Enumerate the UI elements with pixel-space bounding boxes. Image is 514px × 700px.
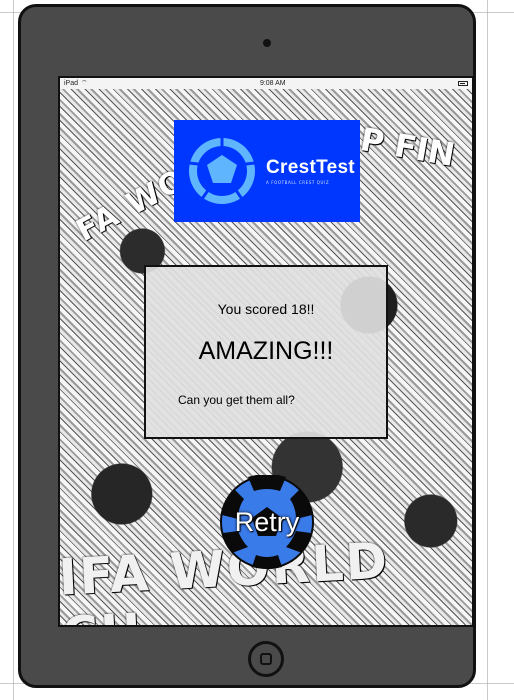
tablet-frame: iPad ⌔ 9:08 AM FA WO P FIN IFA WORLD CU … bbox=[18, 4, 476, 688]
camera-icon bbox=[263, 39, 271, 47]
home-button[interactable] bbox=[248, 641, 284, 677]
clock: 9:08 AM bbox=[259, 80, 286, 87]
wifi-icon: ⌔ bbox=[81, 80, 88, 87]
football-logo-icon bbox=[184, 133, 260, 209]
app-screen: iPad ⌔ 9:08 AM FA WO P FIN IFA WORLD CU … bbox=[58, 76, 474, 627]
crest-test-logo: CrestTest A FOOTBALL CREST QUIZ bbox=[174, 120, 360, 222]
prompt-text: Can you get them all? bbox=[178, 393, 295, 407]
home-square-icon bbox=[260, 653, 272, 665]
result-card: You scored 18!! AMAZING!!! Can you get t… bbox=[144, 265, 388, 439]
retry-button[interactable]: Retry bbox=[220, 475, 314, 569]
battery-icon bbox=[457, 81, 468, 86]
guide-line-right bbox=[487, 0, 488, 700]
status-left: iPad ⌔ bbox=[64, 79, 88, 88]
logo-tagline: A FOOTBALL CREST QUIZ bbox=[266, 180, 330, 185]
device-label: iPad bbox=[64, 80, 79, 87]
guide-line-left bbox=[13, 0, 14, 700]
retry-label: Retry bbox=[234, 506, 300, 537]
rating-text: AMAZING!!! bbox=[198, 337, 334, 365]
logo-title: CrestTest bbox=[266, 157, 355, 178]
score-text: You scored 18!! bbox=[217, 301, 315, 317]
status-bar: iPad ⌔ 9:08 AM bbox=[60, 78, 472, 89]
logo-text: CrestTest A FOOTBALL CREST QUIZ bbox=[266, 157, 355, 185]
